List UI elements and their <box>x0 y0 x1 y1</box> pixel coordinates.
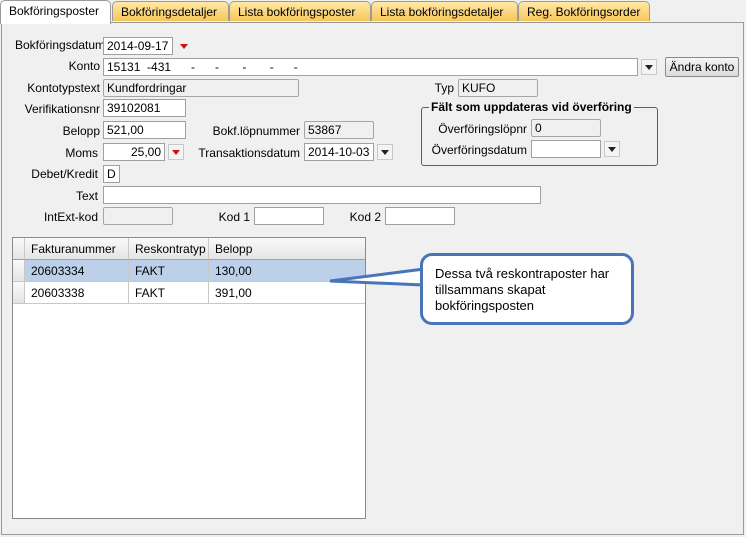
transfer-group-title: Fält som uppdateras vid överföring <box>429 100 634 114</box>
kod1-label: Kod 1 <box>218 210 250 224</box>
chevron-down-icon <box>608 146 616 152</box>
bokforingsdatum-label: Bokföringsdatum <box>15 38 106 52</box>
grid-header-reskontratyp[interactable]: Reskontratyp <box>129 238 209 260</box>
reskontratyp-cell[interactable]: FAKT <box>129 282 209 304</box>
bokforingsdatum-field[interactable]: 2014-09-17 <box>103 37 173 55</box>
transaktionsdatum-label: Transaktionsdatum <box>198 146 300 160</box>
tab-bar: Bokföringsposter Bokföringsdetaljer List… <box>0 0 746 24</box>
bokf-lopnummer-field: 53867 <box>304 121 374 139</box>
callout-text: Dessa två reskontraposter har tillsamman… <box>435 266 610 313</box>
typ-label: Typ <box>434 81 454 95</box>
andra-konto-button[interactable]: Ändra konto <box>665 57 739 77</box>
belopp-field[interactable]: 521,00 <box>103 121 186 139</box>
fakturanummer-cell[interactable]: 20603338 <box>25 282 129 304</box>
belopp-label: Belopp <box>62 124 100 138</box>
moms-dropdown[interactable] <box>168 144 184 160</box>
tab-lista-bokforingsdetaljer[interactable]: Lista bokföringsdetaljer <box>371 1 518 21</box>
row-selector[interactable] <box>13 260 25 282</box>
chevron-down-icon <box>645 64 653 70</box>
text-label: Text <box>75 189 98 203</box>
grid-header-fakturanummer[interactable]: Fakturanummer <box>25 238 129 260</box>
reskontra-grid: Fakturanummer Reskontratyp Belopp 206033… <box>12 237 366 519</box>
konto-label: Konto <box>68 59 100 73</box>
verifikationsnr-field[interactable]: 39102081 <box>103 99 186 117</box>
typ-field: KUFO <box>458 79 538 97</box>
reskontratyp-cell[interactable]: FAKT <box>129 260 209 282</box>
chevron-down-icon <box>172 149 180 155</box>
callout-pointer <box>329 267 426 287</box>
overforingsdatum-field[interactable] <box>531 140 601 158</box>
overforingslopnr-label: Överföringslöpnr <box>438 122 527 136</box>
debet-kredit-field[interactable]: D <box>103 165 120 183</box>
tab-reg-bokforingsorder[interactable]: Reg. Bokföringsorder <box>518 1 650 21</box>
transaktionsdatum-dropdown[interactable] <box>377 144 393 160</box>
overforingsdatum-dropdown[interactable] <box>604 141 620 157</box>
intext-kod-field[interactable] <box>103 207 173 225</box>
chevron-down-icon <box>381 149 389 155</box>
grid-header-belopp[interactable]: Belopp <box>209 238 365 260</box>
konto-dropdown[interactable] <box>641 59 657 75</box>
kod2-label: Kod 2 <box>349 210 381 224</box>
kontotypstext-label: Kontotypstext <box>27 81 100 95</box>
verifikationsnr-label: Verifikationsnr <box>24 102 100 116</box>
intext-kod-label: IntExt-kod <box>43 210 98 224</box>
chevron-down-icon <box>180 43 188 49</box>
bokf-lopnummer-label: Bokf.löpnummer <box>212 124 300 138</box>
debet-kredit-label: Debet/Kredit <box>31 167 98 181</box>
overforingsdatum-label: Överföringsdatum <box>431 143 527 157</box>
grid-corner <box>13 238 25 260</box>
moms-field[interactable]: 25,00 <box>103 143 165 161</box>
callout-bubble: Dessa två reskontraposter har tillsamman… <box>420 253 634 325</box>
tab-bokforingsdetaljer[interactable]: Bokföringsdetaljer <box>112 1 229 21</box>
kontotypstext-field: Kundfordringar <box>103 79 299 97</box>
konto-field[interactable]: 15131 -431 - - - - - <box>103 58 638 76</box>
fakturanummer-cell[interactable]: 20603334 <box>25 260 129 282</box>
kod2-field[interactable] <box>385 207 455 225</box>
tab-lista-bokforingsposter[interactable]: Lista bokföringsposter <box>229 1 371 21</box>
kod1-field[interactable] <box>254 207 324 225</box>
transaktionsdatum-field[interactable]: 2014-10-03 <box>304 143 374 161</box>
moms-label: Moms <box>65 146 98 160</box>
row-selector[interactable] <box>13 282 25 304</box>
tab-bokforingsposter[interactable]: Bokföringsposter <box>0 0 111 24</box>
text-field[interactable] <box>103 186 541 204</box>
overforingslopnr-field: 0 <box>531 119 601 137</box>
bokforingsdatum-dropdown[interactable] <box>176 38 192 54</box>
